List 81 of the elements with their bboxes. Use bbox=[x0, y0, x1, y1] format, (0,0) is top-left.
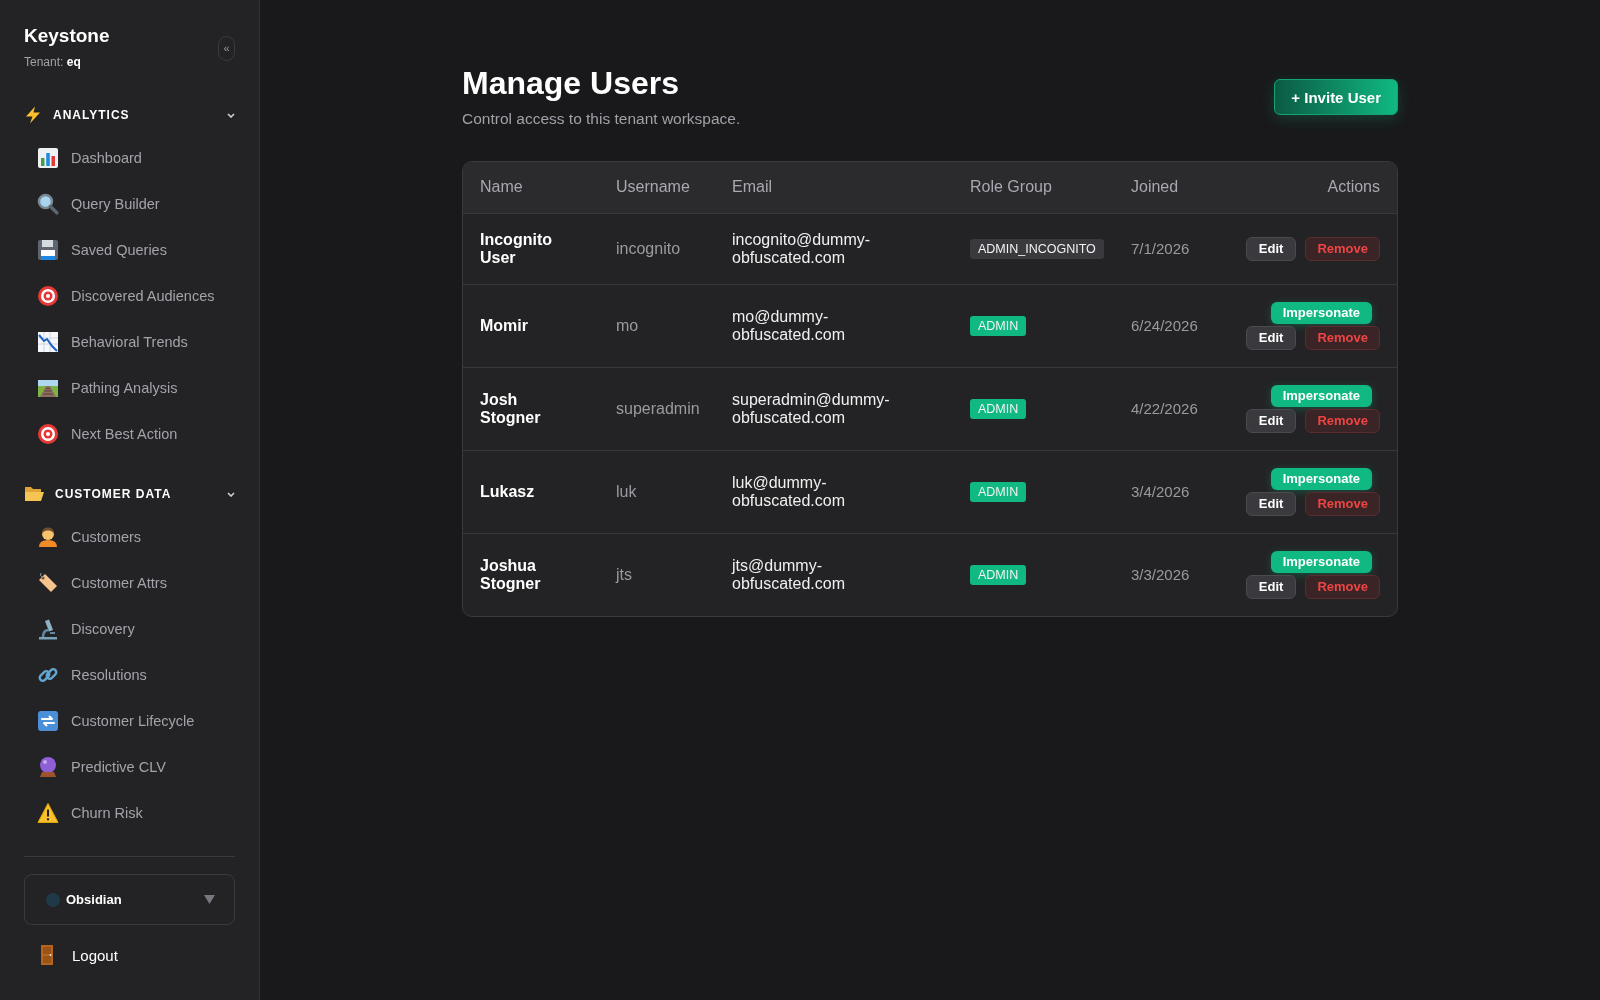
table-cell: 4/22/2026 bbox=[1114, 367, 1232, 450]
edit-button[interactable]: Edit bbox=[1245, 408, 1297, 433]
nav-item[interactable]: Customers bbox=[0, 514, 259, 560]
microscope-icon bbox=[37, 618, 59, 640]
table-cell: 6/24/2026 bbox=[1114, 284, 1232, 367]
theme-select[interactable]: Obsidian bbox=[24, 874, 235, 925]
folder-icon bbox=[24, 486, 44, 502]
tag-icon bbox=[37, 572, 59, 594]
nav-item[interactable]: Saved Queries bbox=[0, 227, 259, 273]
role-badge: ADMIN_INCOGNITO bbox=[970, 238, 1104, 259]
nav-item[interactable]: Query Builder bbox=[0, 181, 259, 227]
column-header: Role Group bbox=[953, 162, 1114, 213]
table-cell: Joshua Stogner bbox=[463, 533, 599, 616]
section-header[interactable]: ANALYTICS bbox=[0, 95, 259, 135]
column-header: Username bbox=[599, 162, 715, 213]
table-cell: 3/4/2026 bbox=[1114, 450, 1232, 533]
column-header: Joined bbox=[1114, 162, 1232, 213]
app-title: Keystone bbox=[24, 25, 110, 47]
falling-chart-icon bbox=[37, 331, 59, 353]
table-cell: incognito bbox=[599, 213, 715, 284]
person-icon bbox=[37, 526, 59, 548]
circle-icon bbox=[46, 892, 60, 907]
target-icon bbox=[37, 423, 59, 445]
nav-item[interactable]: Customer Lifecycle bbox=[0, 698, 259, 744]
table-cell: Incognito User bbox=[463, 213, 599, 284]
nav-item[interactable]: Resolutions bbox=[0, 652, 259, 698]
crystal-ball-icon bbox=[37, 756, 59, 778]
table-cell: luk@dummy-obfuscated.com bbox=[715, 450, 953, 533]
role-badge: ADMIN bbox=[970, 564, 1027, 585]
role-badge: ADMIN bbox=[970, 315, 1027, 336]
remove-button[interactable]: Remove bbox=[1305, 236, 1380, 261]
remove-button[interactable]: Remove bbox=[1305, 574, 1380, 599]
railway-icon bbox=[37, 377, 59, 399]
search-icon bbox=[37, 193, 59, 215]
column-header: Name bbox=[463, 162, 599, 213]
warning-icon bbox=[37, 802, 59, 824]
nav-item[interactable]: Discovered Audiences bbox=[0, 273, 259, 319]
role-badge: ADMIN bbox=[970, 481, 1027, 502]
nav-item[interactable]: Behavioral Trends bbox=[0, 319, 259, 365]
target-icon bbox=[37, 285, 59, 307]
table-cell: 7/1/2026 bbox=[1114, 213, 1232, 284]
section-header[interactable]: CUSTOMER DATA bbox=[0, 474, 259, 514]
cycle-arrows-icon bbox=[37, 710, 59, 732]
edit-button[interactable]: Edit bbox=[1245, 491, 1297, 516]
table-cell: incognito@dummy-obfuscated.com bbox=[715, 213, 953, 284]
remove-button[interactable]: Remove bbox=[1305, 325, 1380, 350]
remove-button[interactable]: Remove bbox=[1305, 408, 1380, 433]
nav-item[interactable]: Pathing Analysis bbox=[0, 365, 259, 411]
nav-item[interactable]: Customer Attrs bbox=[0, 560, 259, 606]
table-cell: jts bbox=[599, 533, 715, 616]
nav-item[interactable]: Predictive CLV bbox=[0, 744, 259, 790]
invite-user-button[interactable]: + Invite User bbox=[1274, 79, 1398, 115]
table-cell: mo@dummy-obfuscated.com bbox=[715, 284, 953, 367]
logout-button[interactable]: Logout bbox=[24, 932, 235, 978]
edit-button[interactable]: Edit bbox=[1245, 236, 1297, 261]
edit-button[interactable]: Edit bbox=[1245, 325, 1297, 350]
lightning-icon bbox=[24, 106, 42, 124]
table-cell: jts@dummy-obfuscated.com bbox=[715, 533, 953, 616]
caret-down-icon bbox=[204, 895, 215, 904]
role-badge: ADMIN bbox=[970, 398, 1027, 419]
nav-item[interactable]: Dashboard bbox=[0, 135, 259, 181]
table-cell: luk bbox=[599, 450, 715, 533]
nav-item[interactable]: Churn Risk bbox=[0, 790, 259, 836]
page-title: Manage Users bbox=[462, 64, 680, 102]
table-cell: Momir bbox=[463, 284, 599, 367]
remove-button[interactable]: Remove bbox=[1305, 491, 1380, 516]
table-cell: 3/3/2026 bbox=[1114, 533, 1232, 616]
nav-item[interactable]: Next Best Action bbox=[0, 411, 259, 457]
table-cell: superadmin bbox=[599, 367, 715, 450]
tenant-label: Tenant: eq bbox=[24, 54, 82, 70]
table-cell: Josh Stogner bbox=[463, 367, 599, 450]
column-header: Actions bbox=[1232, 162, 1397, 213]
column-header: Email bbox=[715, 162, 953, 213]
table-cell: Lukasz bbox=[463, 450, 599, 533]
table-cell: superadmin@dummy-obfuscated.com bbox=[715, 367, 953, 450]
bar-chart-icon bbox=[37, 147, 59, 169]
page-subtitle: Control access to this tenant workspace. bbox=[462, 109, 741, 129]
edit-button[interactable]: Edit bbox=[1245, 574, 1297, 599]
nav-item[interactable]: Discovery bbox=[0, 606, 259, 652]
table-cell: mo bbox=[599, 284, 715, 367]
door-icon bbox=[40, 944, 54, 966]
